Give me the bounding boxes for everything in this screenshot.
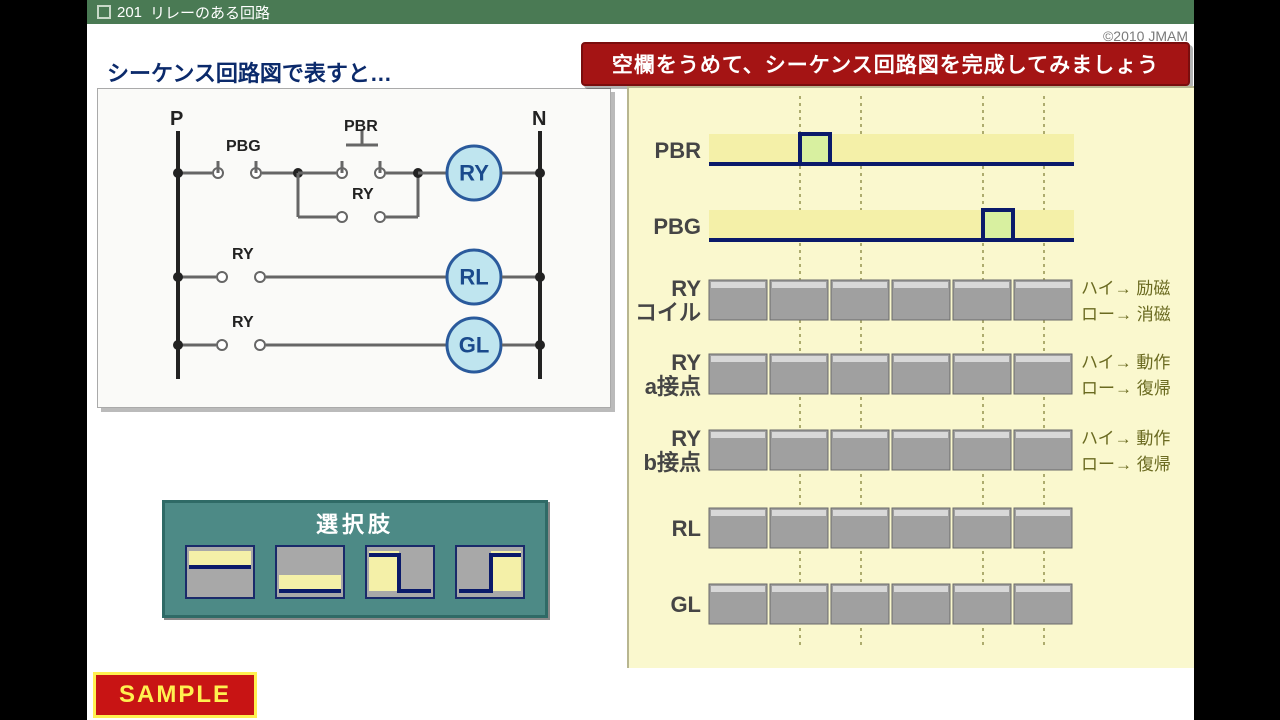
row-gl (709, 584, 1072, 624)
svg-text:RY: RY (671, 350, 701, 375)
choice-panel: 選択肢 (162, 500, 548, 618)
choice-title: 選択肢 (165, 507, 545, 539)
svg-text:ハイ→ 動作: ハイ→ 動作 (1081, 429, 1170, 448)
row-rl (709, 508, 1072, 548)
title-text: リレーのある回路 (150, 2, 270, 23)
svg-text:GL: GL (670, 592, 701, 617)
option-flat-low[interactable] (275, 545, 345, 599)
window-icon (97, 5, 111, 19)
app-frame: 201 リレーのある回路 ©2010 JMAM シーケンス回路図で表すと… P … (87, 0, 1194, 720)
row-ry-a (709, 354, 1072, 394)
svg-text:b接点: b接点 (644, 450, 701, 475)
circuit-svg: P N PBG PBR (98, 89, 610, 407)
svg-text:PBG: PBG (226, 138, 261, 155)
svg-text:PBR: PBR (655, 138, 702, 163)
option-flat-high[interactable] (185, 545, 255, 599)
svg-text:ロー→ 復帰: ロー→ 復帰 (1081, 455, 1171, 474)
svg-text:a接点: a接点 (645, 374, 701, 399)
svg-text:RL: RL (459, 265, 488, 290)
svg-text:RY: RY (352, 186, 374, 203)
option-step-down[interactable] (365, 545, 435, 599)
svg-text:コイル: コイル (635, 300, 701, 325)
row-ry-b (709, 430, 1072, 470)
svg-text:ロー→ 消磁: ロー→ 消磁 (1081, 305, 1171, 324)
svg-text:RY: RY (671, 426, 701, 451)
option-step-up[interactable] (455, 545, 525, 599)
svg-text:PBG: PBG (653, 214, 701, 239)
svg-text:RY: RY (671, 276, 701, 301)
svg-text:ハイ→ 動作: ハイ→ 動作 (1081, 353, 1170, 372)
svg-text:ハイ→ 励磁: ハイ→ 励磁 (1081, 279, 1170, 298)
svg-text:RL: RL (672, 516, 701, 541)
instruction-text: 空欄をうめて、シーケンス回路図を完成してみましょう (612, 49, 1159, 79)
svg-text:ロー→ 復帰: ロー→ 復帰 (1081, 379, 1171, 398)
sample-text: SAMPLE (119, 681, 231, 709)
left-heading: シーケンス回路図で表すと… (107, 56, 392, 88)
timing-chart: PBR PBG RY コイル ハイ→ 励磁 ロー→ 消磁 (627, 86, 1194, 668)
circuit-panel: P N PBG PBR (97, 88, 611, 408)
instruction-banner: 空欄をうめて、シーケンス回路図を完成してみましょう (581, 42, 1190, 86)
svg-text:N: N (532, 108, 546, 130)
title-number: 201 (117, 4, 142, 21)
svg-text:P: P (170, 108, 183, 130)
svg-text:GL: GL (459, 333, 490, 358)
title-bar: 201 リレーのある回路 (87, 0, 1194, 24)
choice-row (165, 545, 545, 599)
svg-text:RY: RY (232, 246, 254, 263)
svg-text:RY: RY (232, 314, 254, 331)
row-ry-coil (709, 280, 1072, 320)
sample-badge: SAMPLE (93, 672, 257, 718)
svg-text:RY: RY (459, 161, 489, 186)
